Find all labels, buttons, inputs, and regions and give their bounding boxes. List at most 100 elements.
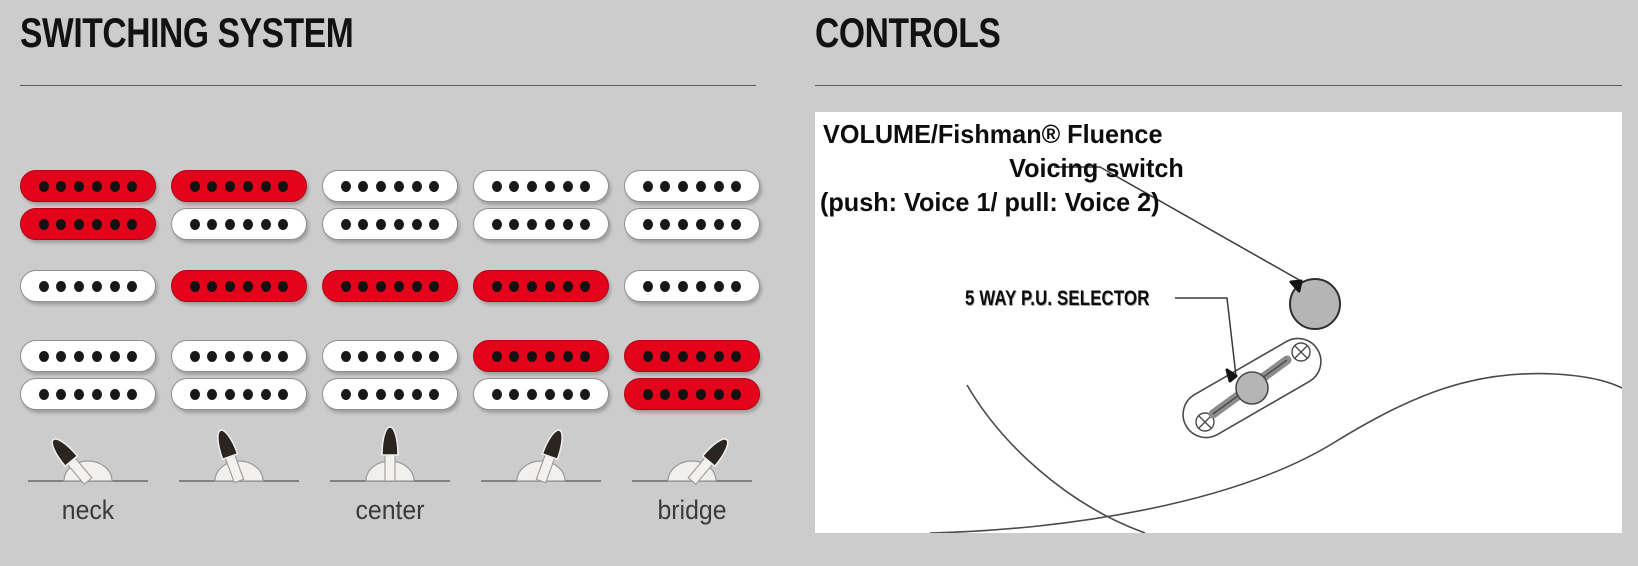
pickup-coil-active [171,270,307,302]
pickup-coil-active [473,270,609,302]
pole-piece [91,180,102,192]
pole-piece [509,350,520,362]
leader-line-selector [1175,297,1238,383]
volume-voicing-label-line3: (push: Voice 1/ pull: Voice 2) [820,187,1160,217]
pole-piece [225,180,236,192]
pole-piece [340,180,351,192]
pole-piece [207,180,218,192]
pole-piece [242,218,253,230]
switch-lever-position-5[interactable] [624,425,760,495]
pickup-coil-inactive [322,340,458,372]
pole-piece [278,280,289,292]
pole-piece [207,350,218,362]
pickup-group-neck [473,170,609,246]
pole-piece [562,180,573,192]
pole-piece [562,350,573,362]
pole-piece [376,388,387,400]
pole-piece [731,388,742,400]
pole-piece [393,280,404,292]
pickup-coil-active [473,340,609,372]
pickup-selector-label: 5 WAY P.U. SELECTOR [965,287,1150,310]
pole-piece [642,280,653,292]
switch-lever-position-4[interactable] [473,425,609,495]
pole-piece [429,218,440,230]
leader-line-volume-knob [1054,166,1303,293]
pole-piece [38,350,49,362]
pickup-group-neck [322,170,458,246]
pickup-coil-active [20,208,156,240]
pickup-coil-inactive [322,208,458,240]
pole-piece [580,180,591,192]
pickup-group-bridge [20,340,156,416]
pole-piece [660,350,671,362]
pole-piece [358,180,369,192]
pole-piece [660,180,671,192]
pickup-coil-inactive [322,170,458,202]
pickup-group-bridge [473,340,609,416]
switch-lever-position-2[interactable] [171,425,307,495]
controls-rule [815,85,1622,86]
pole-piece [340,350,351,362]
pole-piece [260,280,271,292]
pole-piece [376,218,387,230]
pole-piece [411,280,422,292]
pole-piece [340,388,351,400]
pickup-group-middle [171,270,307,308]
pole-piece [731,280,742,292]
pickup-coil-inactive [171,378,307,410]
pole-piece [242,180,253,192]
switch-position-label-center: center [355,495,425,525]
pole-piece [225,280,236,292]
pole-piece [562,280,573,292]
pole-piece [91,280,102,292]
pickup-coil-inactive [20,378,156,410]
pickup-group-neck [20,170,156,246]
pole-piece [56,218,67,230]
pole-piece [580,280,591,292]
pole-piece [580,350,591,362]
pole-piece [678,280,689,292]
pickup-coil-inactive [624,208,760,240]
pole-piece [38,218,49,230]
pole-piece [411,388,422,400]
pickup-group-bridge [322,340,458,416]
pickup-group-neck [624,170,760,246]
pickup-coil-inactive [322,378,458,410]
switching-system-title: SWITCHING SYSTEM [20,9,354,56]
pickup-group-middle [624,270,760,308]
pole-piece [429,350,440,362]
switch-position-column [171,160,307,484]
pole-piece [358,350,369,362]
pole-piece [189,180,200,192]
pole-piece [393,218,404,230]
pole-piece [109,180,120,192]
pole-piece [695,218,706,230]
pickup-coil-inactive [20,340,156,372]
pole-piece [544,350,555,362]
pole-piece [713,350,724,362]
diagram-page: SWITCHING SYSTEM CONTROLS neck center brid… [0,0,1638,566]
pole-piece [189,218,200,230]
pole-piece [376,180,387,192]
pole-piece [109,218,120,230]
pickup-coil-inactive [473,378,609,410]
pickup-coil-active [624,378,760,410]
pole-piece [411,350,422,362]
pickup-coil-inactive [624,170,760,202]
pole-piece [358,388,369,400]
pole-piece [713,388,724,400]
pickup-group-middle [322,270,458,308]
pole-piece [242,388,253,400]
pickup-coil-inactive [473,208,609,240]
pole-piece [260,218,271,230]
pole-piece [562,388,573,400]
pole-piece [695,350,706,362]
switch-lever-position-1[interactable] [20,425,156,495]
plate-screw-upper [1291,342,1311,362]
pickup-coil-active [624,340,760,372]
switch-lever-position-3[interactable] [322,425,458,495]
body-contour-left [966,384,1146,533]
pole-piece [713,180,724,192]
pole-piece [695,280,706,292]
pole-piece [260,388,271,400]
